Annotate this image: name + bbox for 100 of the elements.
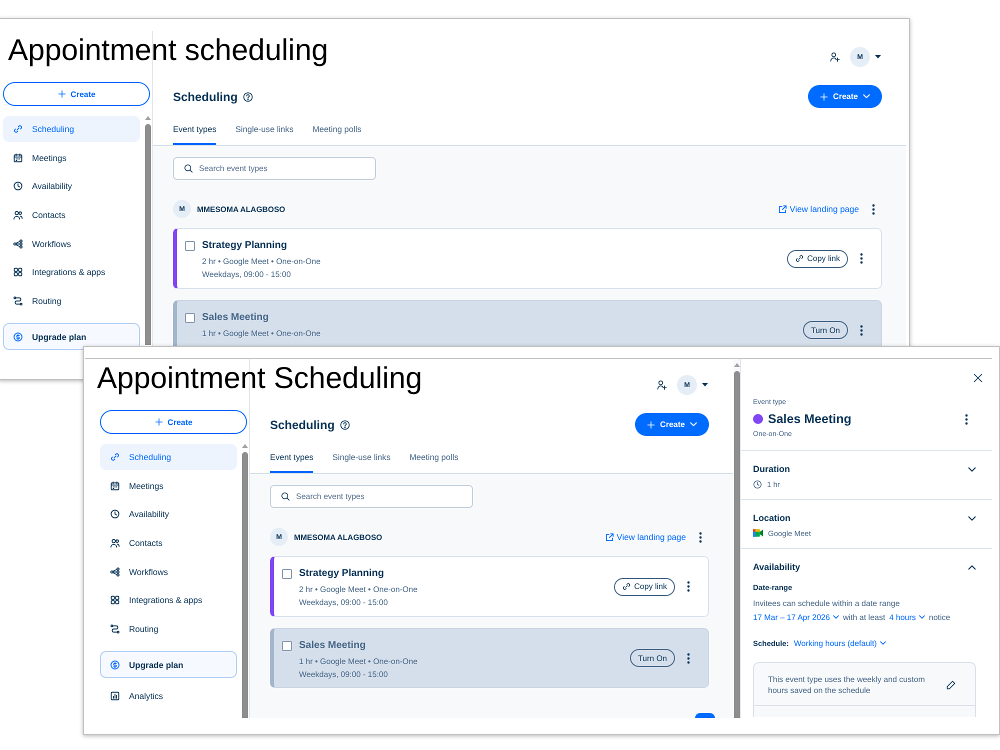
kebab-menu-icon[interactable] [965, 414, 968, 424]
nav-item[interactable]: Routing [3, 288, 140, 314]
grid-icon [110, 595, 120, 606]
pencil-icon[interactable] [946, 680, 956, 690]
clock-icon [110, 509, 120, 520]
event-title: Strategy Planning [202, 240, 288, 252]
search-icon [184, 164, 193, 173]
schedule-dropdown[interactable]: Working hours (default) [794, 638, 886, 648]
event-card[interactable]: Strategy Planning 2 hr • Google Meet • One-on-One Weekdays, 09:00 - 15:00 Copy link [173, 228, 882, 289]
workflow-icon [110, 566, 120, 577]
floating-button[interactable] [695, 713, 715, 718]
grid-icon [13, 267, 23, 278]
search-field[interactable]: Search event types [270, 485, 473, 508]
create-button[interactable]: Create [3, 82, 150, 106]
nav-item[interactable]: Contacts [100, 530, 237, 556]
notice-dropdown[interactable]: 4 hours [889, 612, 925, 622]
add-user-icon[interactable] [830, 52, 840, 62]
copy-link-button[interactable]: Copy link [614, 578, 675, 596]
create-button[interactable]: Create [808, 85, 882, 108]
tab[interactable]: Meeting polls [409, 444, 458, 473]
people-icon [110, 538, 120, 548]
nav-item[interactable]: Availability [100, 501, 237, 528]
tab[interactable]: Single-use links [332, 444, 390, 473]
nav-item[interactable]: Analytics [100, 683, 237, 710]
nav-item[interactable]: Contacts [3, 202, 140, 228]
turn-on-button[interactable]: Turn On [802, 321, 848, 339]
search-icon [281, 492, 290, 501]
copy-link-button[interactable]: Copy link [787, 250, 848, 268]
plus-icon [647, 420, 656, 428]
event-title: Strategy Planning [299, 568, 386, 580]
search-field[interactable]: Search event types [173, 157, 376, 180]
nav-item[interactable]: Upgrade plan [3, 323, 140, 350]
event-schedule: Weekdays, 09:00 - 15:00 [299, 668, 389, 680]
event-schedule: Weekdays, 09:00 - 15:00 [202, 268, 292, 280]
caret-icon[interactable] [702, 383, 708, 387]
chevron-down-icon [832, 615, 839, 619]
turn-on-button[interactable]: Turn On [630, 649, 675, 667]
kebab-menu-icon[interactable] [860, 324, 863, 336]
chevron-down-icon[interactable] [968, 466, 976, 472]
checkbox[interactable] [185, 241, 195, 251]
kebab-menu-icon[interactable] [872, 204, 875, 214]
link-icon [13, 124, 23, 134]
calendar-icon [110, 480, 120, 491]
bar-chart-icon [110, 691, 120, 702]
routing-icon [13, 296, 23, 306]
event-details: 1 hr • Google Meet • One-on-One [202, 328, 321, 338]
nav-item[interactable]: Availability [3, 173, 140, 200]
chevron-down-icon [862, 94, 870, 99]
notice-text: notice [928, 612, 950, 622]
nav-item[interactable]: Meetings [3, 144, 140, 171]
kebab-menu-icon[interactable] [687, 581, 690, 592]
checkbox[interactable] [282, 641, 292, 651]
scrollbar[interactable] [144, 116, 151, 345]
event-details: 1 hr • Google Meet • One-on-One [299, 656, 418, 666]
nav-item[interactable]: Workflows [100, 558, 237, 585]
nav-item[interactable]: Routing [100, 616, 237, 642]
chevron-up-icon[interactable] [968, 564, 976, 570]
nav-item[interactable]: Scheduling [3, 116, 140, 142]
event-schedule: Weekdays, 09:00 - 15:00 [299, 596, 389, 608]
create-button[interactable]: Create [100, 410, 247, 434]
event-title: Sales Meeting [299, 640, 367, 652]
date-range-dropdown[interactable]: 17 Mar – 17 Apr 2026 [753, 612, 839, 622]
kebab-menu-icon[interactable] [687, 652, 690, 664]
tab[interactable]: Single-use links [235, 116, 294, 145]
plus-icon [58, 90, 66, 98]
add-user-icon[interactable] [657, 380, 667, 390]
event-details: 2 hr • Google Meet • One-on-One [299, 584, 418, 594]
nav-item[interactable]: Scheduling [100, 444, 237, 470]
event-card[interactable]: Strategy Planning 2 hr • Google Meet • One-on-One Weekdays, 09:00 - 15:00 Copy link [270, 556, 709, 617]
plus-icon [820, 92, 828, 100]
view-landing-page-link[interactable]: View landing page [604, 532, 686, 542]
chevron-down-icon[interactable] [968, 516, 976, 520]
kebab-menu-icon[interactable] [699, 532, 702, 542]
section-title: Availability [753, 562, 800, 572]
help-icon[interactable] [340, 420, 350, 430]
checkbox[interactable] [185, 313, 195, 323]
notice-text: with at least [842, 612, 886, 622]
link-icon [622, 582, 632, 591]
kebab-menu-icon[interactable] [860, 253, 863, 264]
scrollbar[interactable] [733, 359, 740, 718]
nav-item[interactable]: Integrations & apps [100, 587, 237, 614]
overlay-title: Appointment Scheduling [97, 362, 422, 396]
scrollbar[interactable] [241, 444, 248, 718]
nav-item[interactable]: Workflows [3, 230, 140, 257]
link-icon [795, 254, 804, 263]
nav-item[interactable]: Meetings [100, 472, 237, 499]
view-landing-page-link[interactable]: View landing page [778, 204, 859, 214]
event-card[interactable]: Sales Meeting 1 hr • Google Meet • One-on-One Weekdays, 09:00 - 15:00 Turn On [270, 628, 709, 688]
nav-item[interactable]: Upgrade plan [100, 651, 237, 678]
tab[interactable]: Meeting polls [312, 116, 362, 145]
create-button[interactable]: Create [635, 413, 709, 436]
nav-item[interactable]: Integrations & apps [3, 259, 140, 286]
chevron-down-icon [918, 615, 925, 619]
checkbox[interactable] [282, 569, 292, 579]
close-icon[interactable] [973, 373, 983, 383]
caret-icon[interactable] [875, 55, 881, 59]
dollar-icon [110, 660, 120, 670]
event-title: Sales Meeting [202, 312, 270, 324]
section-title: Duration [753, 464, 790, 474]
help-icon[interactable] [242, 92, 253, 102]
